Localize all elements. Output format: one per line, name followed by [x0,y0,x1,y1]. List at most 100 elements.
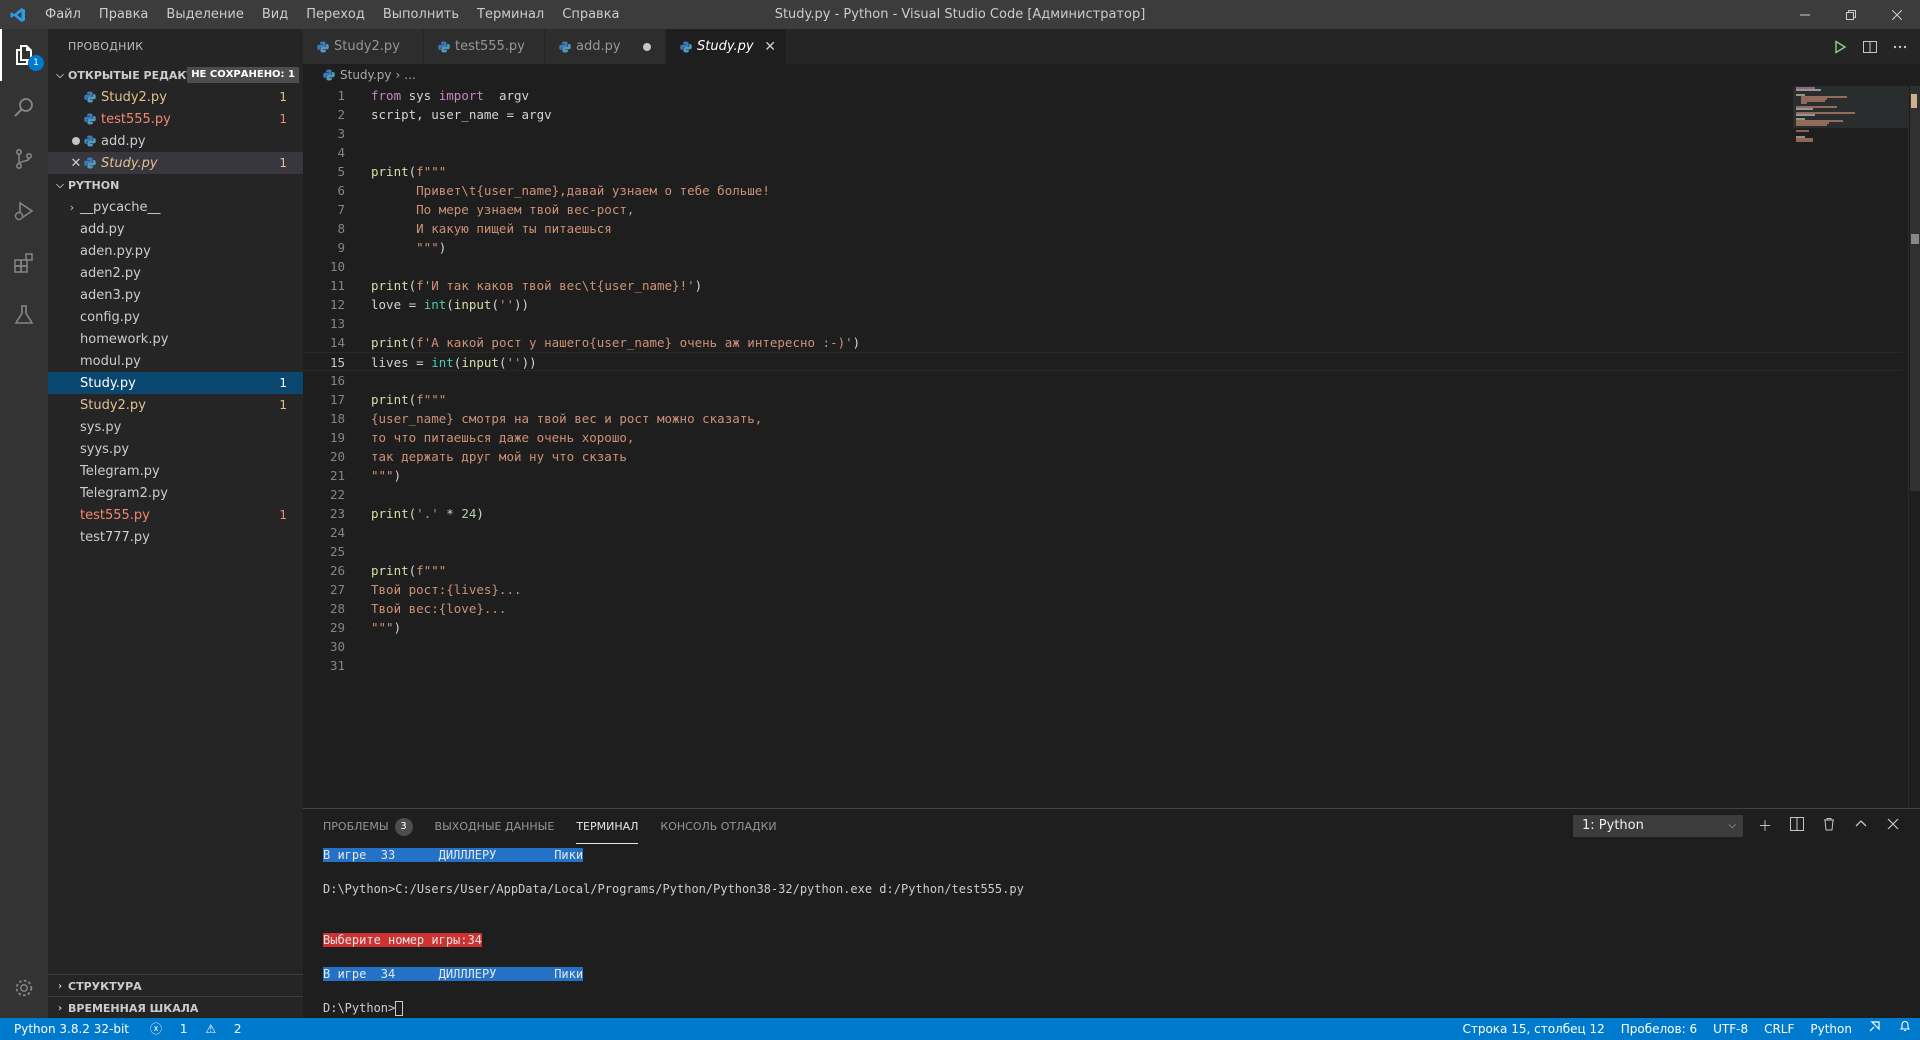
encoding[interactable]: UTF-8 [1705,1018,1756,1040]
menu-help[interactable]: Справка [553,0,628,29]
tree-item[interactable]: add.py [48,218,303,240]
problem-count: 1 [279,156,287,170]
cursor-position[interactable]: Строка 15, столбец 12 [1454,1018,1612,1040]
chevron-up-icon[interactable] [1851,817,1871,835]
terminal-select[interactable]: 1: Python ⌵ [1573,815,1743,837]
tab-problems-label: ПРОБЛЕМЫ [323,820,389,833]
breadcrumb-symbol[interactable]: ... [404,68,415,82]
tree-item[interactable]: aden3.py [48,284,303,306]
tree-item[interactable]: test777.py [48,526,303,548]
source-control-activity-button[interactable] [0,133,48,185]
search-activity-button[interactable] [0,81,48,133]
tree-item-selected[interactable]: Study.py 1 [48,372,303,394]
tree-item[interactable]: syys.py [48,438,303,460]
line-number: 2 [337,107,345,122]
feedback-icon[interactable] [1860,1018,1890,1040]
line-number: 29 [329,620,345,635]
terminal-output[interactable]: В игре 33 ДИЛЛЛЕРУ Пики D:\Python>C:/Use… [323,847,1903,1017]
indentation[interactable]: Пробелов: 6 [1613,1018,1705,1040]
close-window-button[interactable] [1874,0,1920,29]
tree-item[interactable]: aden2.py [48,262,303,284]
chevron-right-icon: › [395,68,401,82]
open-editors-header[interactable]: ⌵ ОТКРЫТЫЕ РЕДАКТО... НЕ СОХРАНЕНО: 1 [48,64,303,86]
split-editor-icon[interactable] [1862,39,1878,55]
tree-item[interactable]: Telegram2.py [48,482,303,504]
restore-button[interactable] [1828,0,1874,29]
line-number: 22 [329,487,345,502]
code-line: 31 [303,656,1903,675]
tree-item[interactable]: Study2.py 1 [48,394,303,416]
problems-summary[interactable]: ⓧ 1 ⚠ 2 [136,1018,256,1040]
tab-terminal[interactable]: ТЕРМИНАЛ [576,809,639,844]
code-token: script, user_name = argv [371,107,552,122]
code-token: ) [393,468,402,483]
line-number: 1 [337,88,345,103]
tree-item[interactable]: aden.py.py [48,240,303,262]
split-terminal-icon[interactable] [1787,817,1807,835]
tree-item[interactable]: config.py [48,306,303,328]
breadcrumb-file[interactable]: Study.py [340,68,391,82]
tree-item[interactable]: test555.py 1 [48,504,303,526]
code-token: input [461,355,499,370]
minimize-button[interactable] [1782,0,1828,29]
more-actions-icon[interactable] [1892,39,1908,55]
run-icon[interactable] [1832,39,1848,55]
timeline-header[interactable]: › ВРЕМЕННАЯ ШКАЛА [48,997,303,1019]
outline-header[interactable]: › СТРУКТУРА [48,975,303,997]
python-interpreter[interactable]: Python 3.8.2 32-bit [0,1018,136,1040]
minimap[interactable] [1793,86,1908,808]
run-debug-activity-button[interactable] [0,185,48,237]
tab-output[interactable]: ВЫХОДНЫЕ ДАННЫЕ [435,809,555,844]
close-icon[interactable]: ✕ [68,156,84,171]
open-editor-item-study[interactable]: ✕ Study.py 1 [48,152,303,174]
tree-folder-pycache[interactable]: › __pycache__ [48,196,303,218]
menu-file[interactable]: Файл [36,0,90,29]
menu-go[interactable]: Переход [297,0,374,29]
tree-item[interactable]: homework.py [48,328,303,350]
open-editor-item-study2[interactable]: Study2.py 1 [48,86,303,108]
tree-item[interactable]: Telegram.py [48,460,303,482]
code-token: )) [521,355,537,370]
code-line: 21 """) [303,466,1903,485]
code-token: """ [371,240,439,255]
open-editor-item-test555[interactable]: test555.py 1 [48,108,303,130]
extensions-activity-button[interactable] [0,237,48,289]
tab-study2[interactable]: Study2.py [303,29,424,64]
tree-item-label: homework.py [80,331,169,347]
tab-study[interactable]: Study.py ✕ [666,29,787,64]
problems-count-badge: 3 [394,817,413,836]
tree-item[interactable]: modul.py [48,350,303,372]
close-icon[interactable] [1883,818,1903,834]
scrollbar-thumb[interactable] [1910,86,1920,491]
tree-item[interactable]: sys.py [48,416,303,438]
manage-button[interactable] [0,966,48,1010]
close-icon[interactable]: ✕ [764,39,776,55]
menu-edit[interactable]: Правка [90,0,157,29]
menu-terminal[interactable]: Терминал [468,0,553,29]
chevron-right-icon: › [69,200,75,214]
code-editor[interactable]: 1 from sys import argv 2 script, user_name… [303,86,1903,808]
code-line: 12 love = int(input('')) [303,295,1903,314]
vertical-scrollbar[interactable] [1908,86,1920,808]
tab-label: test555.py [455,39,525,54]
tree-item-label: Study.py [80,375,136,391]
language-mode[interactable]: Python [1802,1018,1860,1040]
tab-add[interactable]: add.py [545,29,666,64]
trash-icon[interactable] [1819,817,1839,835]
menu-run[interactable]: Выполнить [374,0,468,29]
menu-selection[interactable]: Выделение [157,0,252,29]
tab-debug-console[interactable]: КОНСОЛЬ ОТЛАДКИ [660,809,776,844]
tab-test555[interactable]: test555.py [424,29,545,64]
open-editor-item-add[interactable]: add.py [48,130,303,152]
terminal-line: В игре 33 ДИЛЛЛЕРУ Пики [323,847,1903,864]
testing-activity-button[interactable] [0,289,48,341]
end-of-line[interactable]: CRLF [1756,1018,1802,1040]
tab-problems[interactable]: ПРОБЛЕМЫ 3 [323,809,413,844]
explorer-activity-button[interactable]: 1 [0,29,48,81]
code-token: from [371,88,402,103]
new-terminal-icon[interactable]: ＋ [1755,816,1775,836]
folder-header[interactable]: ⌵ PYTHON [48,174,303,196]
menu-view[interactable]: Вид [253,0,297,29]
bell-icon[interactable] [1890,1018,1920,1040]
extensions-icon [14,253,33,273]
